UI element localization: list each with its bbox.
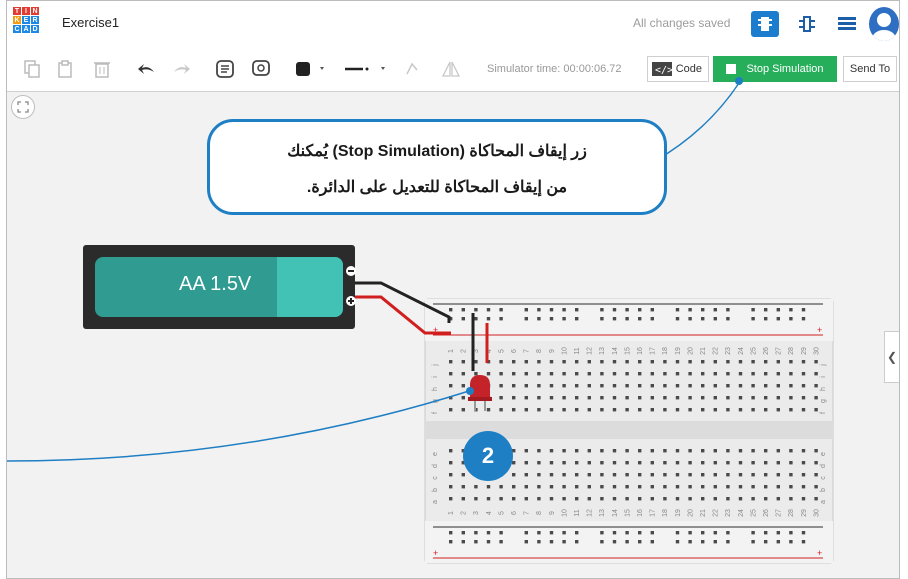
breadboard-label: 29: [801, 347, 808, 355]
step-badge: 2: [463, 431, 513, 481]
breadboard-label: 22: [713, 509, 720, 517]
breadboard-label: c: [432, 476, 439, 480]
breadboard-label: 24: [738, 509, 745, 517]
breadboard-label: 18: [662, 347, 669, 355]
svg-text:+: +: [433, 548, 438, 558]
breadboard-label: 19: [675, 509, 682, 517]
breadboard-label: 21: [700, 509, 707, 517]
breadboard-label: 30: [813, 509, 820, 517]
breadboard-label: 11: [574, 347, 581, 354]
breadboard-label: 17: [650, 347, 657, 355]
breadboard-label: 2: [461, 511, 468, 515]
badge-pointer-dot: [466, 387, 474, 395]
breadboard-label: 15: [624, 509, 631, 517]
breadboard-label: d: [820, 464, 827, 468]
breadboard-label: 8: [536, 511, 543, 515]
breadboard-label: 3: [473, 511, 480, 515]
breadboard-label: b: [820, 488, 827, 492]
breadboard-label: 8: [536, 349, 543, 353]
breadboard-label: 25: [750, 347, 757, 355]
breadboard-label: 10: [561, 347, 568, 355]
breadboard-label: 30: [813, 347, 820, 355]
callout-line-2: من إيقاف المحاكاة للتعديل على الدائرة.: [306, 179, 568, 196]
callout-pointer-dot: [735, 77, 743, 85]
breadboard-label: 7: [524, 349, 531, 353]
breadboard-label: 7: [524, 511, 531, 515]
breadboard-label: a: [432, 500, 439, 504]
breadboard-label: 13: [599, 347, 606, 355]
breadboard-label: e: [820, 452, 827, 456]
battery-terminals: [346, 266, 356, 306]
breadboard-label: 2: [461, 349, 468, 353]
breadboard-label: d: [432, 464, 439, 468]
breadboard-label: 28: [788, 347, 795, 355]
breadboard-label: 26: [763, 347, 770, 355]
breadboard-label: 21: [700, 347, 707, 355]
breadboard-label: 28: [788, 509, 795, 517]
aa-battery[interactable]: AA 1.5V: [83, 245, 356, 329]
callout-pointer-line: [654, 82, 740, 162]
battery-label: AA 1.5V: [179, 273, 252, 295]
breadboard-label: 14: [612, 509, 619, 517]
breadboard-label: 14: [612, 347, 619, 355]
breadboard-label: h: [432, 387, 439, 391]
svg-text:+: +: [817, 325, 822, 335]
breadboard-label: 5: [498, 511, 505, 515]
breadboard-label: 16: [637, 509, 644, 517]
breadboard-label: 6: [511, 511, 518, 515]
breadboard-label: 10: [561, 509, 568, 517]
breadboard-label: 23: [725, 347, 732, 355]
breadboard-label: h: [820, 387, 827, 391]
breadboard-label: 24: [738, 347, 745, 355]
breadboard-label: e: [432, 452, 439, 456]
stop-simulation-callout: زر إيقاف المحاكاة (Stop Simulation) يُمك…: [207, 119, 667, 215]
breadboard-label: 23: [725, 509, 732, 517]
breadboard-label: 13: [599, 509, 606, 517]
breadboard-label: 27: [776, 347, 783, 355]
breadboard-label: 15: [624, 347, 631, 355]
battery-cell: AA 1.5V: [95, 257, 343, 317]
breadboard-label: 17: [650, 509, 657, 517]
breadboard-label: 18: [662, 509, 669, 517]
svg-text:+: +: [817, 548, 822, 558]
breadboard-label: 9: [549, 511, 556, 515]
breadboard-label: 16: [637, 347, 644, 355]
breadboard-label: 25: [750, 509, 757, 517]
breadboard-label: a: [820, 500, 827, 504]
breadboard-label: c: [820, 476, 827, 480]
breadboard-label: g: [820, 399, 827, 403]
breadboard-label: 12: [587, 509, 594, 517]
breadboard-label: 26: [763, 509, 770, 517]
breadboard-label: 1: [448, 349, 455, 353]
breadboard-label: 20: [687, 347, 694, 355]
breadboard-label: 9: [549, 349, 556, 353]
breadboard-label: j: [820, 364, 827, 367]
breadboard-label: 19: [675, 347, 682, 355]
badge-pointer-line: [7, 390, 470, 462]
breadboard-label: 6: [511, 349, 518, 353]
breadboard-label: 4: [486, 511, 493, 515]
breadboard-label: f: [820, 412, 827, 414]
breadboard-label: j: [432, 364, 439, 367]
breadboard-label: 12: [587, 347, 594, 355]
breadboard-label: f: [432, 412, 439, 414]
breadboard-label: 1: [448, 511, 455, 515]
breadboard-label: 27: [776, 509, 783, 517]
breadboard-label: 22: [713, 347, 720, 355]
tinkercad-window: T I N K E R C A D Exercise1 All changes …: [6, 0, 900, 579]
breadboard-label: 5: [498, 349, 505, 353]
battery-cap: [277, 257, 343, 317]
callout-line-1: زر إيقاف المحاكاة (Stop Simulation) يُمك…: [287, 143, 587, 160]
breadboard-label: 11: [574, 509, 581, 516]
breadboard-label: 20: [687, 509, 694, 517]
breadboard-label: 29: [801, 509, 808, 517]
breadboard-label: b: [432, 488, 439, 492]
